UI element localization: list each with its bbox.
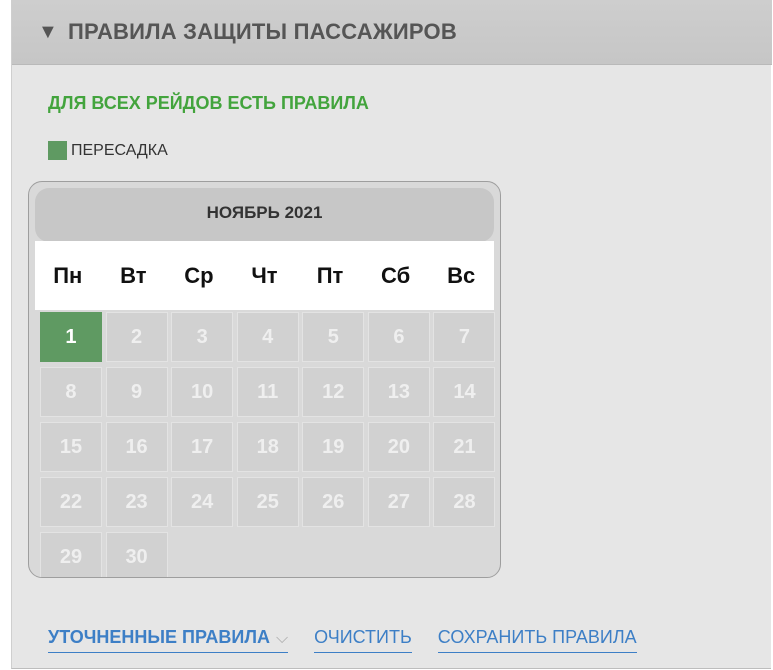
passenger-protection-panel: ▼ ПРАВИЛА ЗАЩИТЫ ПАССАЖИРОВ ДЛЯ ВСЕХ РЕЙ… <box>11 0 772 669</box>
calendar-day[interactable]: 28 <box>433 477 496 527</box>
calendar-empty-cell <box>368 532 430 577</box>
calendar-day[interactable]: 21 <box>433 422 496 472</box>
calendar-day[interactable]: 9 <box>105 367 168 417</box>
calendar-day[interactable]: 10 <box>171 367 234 417</box>
weekday-label: Пт <box>316 262 344 288</box>
weekday-label: Вс <box>447 262 476 288</box>
calendar-day-grid: 1 2 3 4 5 6 7 8 9 10 11 12 13 14 15 16 17 18 19 20 21 22 23 24 2… <box>40 312 499 577</box>
weekday-label: Ср <box>184 262 214 288</box>
calendar: НОЯБРЬ 2021 Пн Вт Ср Чт Пт Сб Вс 1234567… <box>28 181 501 578</box>
calendar-day[interactable]: 30 <box>105 532 168 577</box>
transfer-legend-swatch <box>48 141 67 160</box>
calendar-empty-cell <box>302 532 364 577</box>
section-header[interactable]: ▼ ПРАВИЛА ЗАЩИТЫ ПАССАЖИРОВ <box>12 0 772 65</box>
calendar-empty-cell <box>433 532 495 577</box>
calendar-day[interactable]: 12 <box>302 367 365 417</box>
weekday-label: Чт <box>251 262 278 288</box>
calendar-day[interactable]: 25 <box>236 477 299 527</box>
rules-actions: УТОЧНЕННЫЕ ПРАВИЛА ⌵ ОЧИСТИТЬ СОХРАНИТЬ П… <box>48 627 637 653</box>
calendar-week-row: 8 9 10 11 12 13 14 <box>40 367 499 422</box>
calendar-day[interactable]: 18 <box>236 422 299 472</box>
refined-rules-label: УТОЧНЕННЫЕ ПРАВИЛА <box>48 627 270 647</box>
section-title: ПРАВИЛА ЗАЩИТЫ ПАССАЖИРОВ <box>68 19 457 44</box>
calendar-day[interactable]: 16 <box>105 422 168 472</box>
calendar-day[interactable]: 13 <box>367 367 430 417</box>
calendar-empty-cell <box>237 532 299 577</box>
weekday-label: Вт <box>120 262 147 288</box>
calendar-month-header: НОЯБРЬ 2021 <box>35 188 494 242</box>
calendar-day[interactable]: 7 <box>433 312 496 362</box>
calendar-day[interactable]: 11 <box>236 367 299 417</box>
chevron-down-icon: ⌵ <box>275 630 289 647</box>
calendar-day[interactable]: 27 <box>367 477 430 527</box>
calendar-day[interactable]: 14 <box>433 367 496 417</box>
calendar-day[interactable]: 24 <box>171 477 234 527</box>
weekday-header-row: Пн Вт Ср Чт Пт Сб Вс <box>35 241 494 310</box>
clear-button[interactable]: ОЧИСТИТЬ <box>314 627 412 653</box>
calendar-day[interactable]: 22 <box>40 477 102 527</box>
calendar-day[interactable]: 4 <box>236 312 299 362</box>
calendar-week-row: 1234567 <box>40 312 499 367</box>
calendar-day[interactable]: 3 <box>171 312 234 362</box>
calendar-day[interactable]: 20 <box>367 422 430 472</box>
rules-status-text: ДЛЯ ВСЕХ РЕЙДОВ ЕСТЬ ПРАВИЛА <box>48 93 369 113</box>
legend-label: ПЕРЕСАДКА <box>71 141 168 159</box>
calendar-day[interactable]: 26 <box>302 477 365 527</box>
collapse-caret-icon[interactable]: ▼ <box>38 21 60 44</box>
calendar-day[interactable]: 2 <box>105 312 168 362</box>
calendar-day[interactable]: 1 <box>40 312 102 362</box>
refined-rules-dropdown[interactable]: УТОЧНЕННЫЕ ПРАВИЛА ⌵ <box>48 627 289 653</box>
calendar-day[interactable]: 8 <box>40 367 102 417</box>
weekday-label: Сб <box>381 262 411 288</box>
legend: ПЕРЕСАДКА <box>48 141 168 160</box>
calendar-day[interactable]: 29 <box>40 532 102 577</box>
weekday-label: Пн <box>53 262 83 288</box>
month-label: НОЯБРЬ 2021 <box>206 203 323 222</box>
calendar-day[interactable]: 15 <box>40 422 102 472</box>
calendar-empty-cell <box>171 532 233 577</box>
save-rules-button[interactable]: СОХРАНИТЬ ПРАВИЛА <box>437 627 637 653</box>
calendar-day[interactable]: 23 <box>105 477 168 527</box>
calendar-day[interactable]: 17 <box>171 422 234 472</box>
calendar-day[interactable]: 19 <box>302 422 365 472</box>
calendar-day[interactable]: 5 <box>302 312 365 362</box>
calendar-week-row: 15 16 17 18 19 20 21 <box>40 422 499 477</box>
calendar-week-row: 22 23 24 25 26 27 28 <box>40 477 499 532</box>
calendar-week-row: 29 30 <box>40 532 499 577</box>
calendar-day[interactable]: 6 <box>367 312 430 362</box>
